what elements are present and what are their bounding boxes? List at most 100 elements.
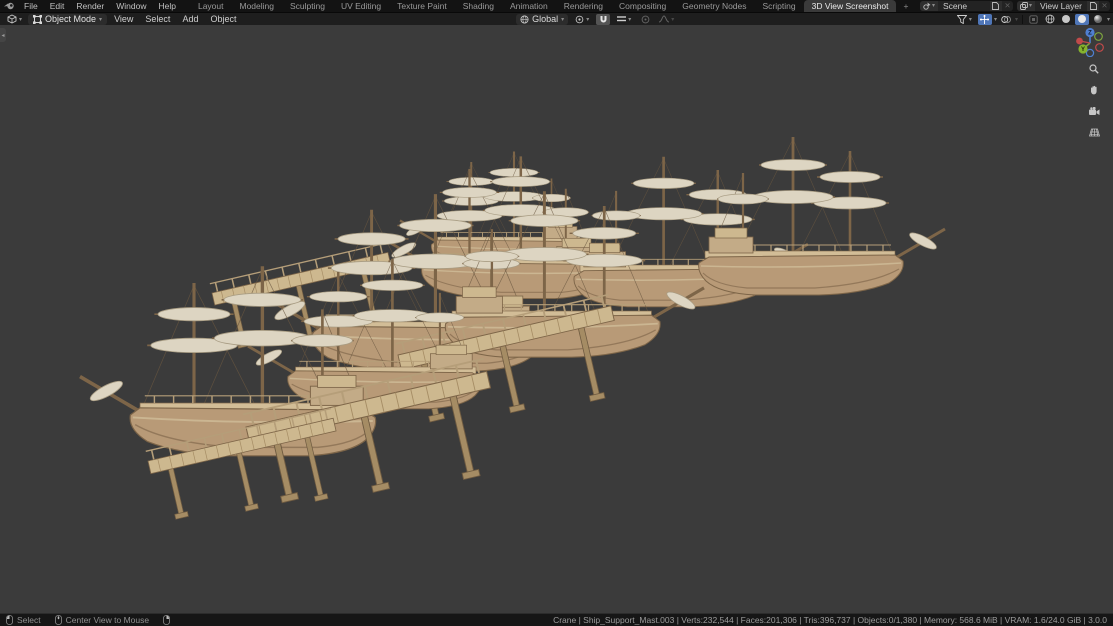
transform-orientation-dropdown[interactable]: Global ▾ bbox=[516, 14, 568, 25]
scene-statistics: Crane | Ship_Support_Mast.003 | Verts:23… bbox=[553, 615, 1107, 625]
overlays-icon bbox=[1001, 15, 1011, 24]
perspective-toggle-button[interactable] bbox=[1086, 124, 1102, 140]
menu-object[interactable]: Object bbox=[205, 14, 241, 24]
chevron-down-icon: ▾ bbox=[1029, 1, 1032, 11]
shading-material-preview-button[interactable] bbox=[1075, 14, 1089, 25]
snap-settings-dropdown[interactable]: ▾ bbox=[613, 14, 635, 25]
workspace-tab-uv-editing[interactable]: UV Editing bbox=[333, 0, 389, 12]
workspace-tab-animation[interactable]: Animation bbox=[502, 0, 556, 12]
show-overlays-toggle[interactable] bbox=[999, 14, 1013, 25]
new-scene-button[interactable] bbox=[990, 1, 1002, 11]
shading-rendered-button[interactable] bbox=[1091, 14, 1105, 25]
workspace-tab-3d-view-screenshot[interactable]: 3D View Screenshot bbox=[804, 0, 897, 12]
new-view-layer-button[interactable] bbox=[1087, 1, 1099, 11]
shading-wireframe-button[interactable] bbox=[1043, 14, 1057, 25]
chevron-down-icon: ▾ bbox=[99, 16, 102, 23]
transform-orientation-label: Global bbox=[532, 14, 558, 24]
xray-icon bbox=[1029, 15, 1038, 24]
hand-icon bbox=[1089, 85, 1099, 95]
snap-settings-icon bbox=[617, 16, 626, 23]
menu-add[interactable]: Add bbox=[177, 14, 203, 24]
perspective-grid-icon bbox=[1089, 128, 1100, 137]
workspace-tab-layout[interactable]: Layout bbox=[190, 0, 232, 12]
browse-scene-button[interactable]: ▾ bbox=[920, 1, 938, 11]
mmb-hint-label: Center View to Mouse bbox=[66, 615, 149, 625]
navigation-gizmo[interactable]: Z Y bbox=[1075, 27, 1105, 57]
falloff-curve-icon bbox=[659, 15, 669, 23]
proportional-falloff-dropdown[interactable]: ▾ bbox=[655, 14, 678, 25]
workspace-tab-rendering[interactable]: Rendering bbox=[556, 0, 611, 12]
menu-help[interactable]: Help bbox=[152, 0, 181, 12]
add-workspace-button[interactable]: + bbox=[896, 0, 915, 12]
show-gizmo-toggle[interactable] bbox=[978, 14, 992, 25]
browse-view-layer-button[interactable]: ▾ bbox=[1017, 1, 1035, 11]
workspace-tab-scripting[interactable]: Scripting bbox=[755, 0, 804, 12]
chevron-down-icon: ▾ bbox=[628, 16, 631, 23]
wireframe-sphere-icon bbox=[1045, 14, 1055, 24]
shading-solid-button[interactable] bbox=[1059, 14, 1073, 25]
menu-render[interactable]: Render bbox=[70, 0, 110, 12]
solid-sphere-icon bbox=[1061, 14, 1071, 24]
mouse-left-icon bbox=[6, 615, 13, 625]
shading-dropdown[interactable]: ▾ bbox=[1107, 16, 1110, 23]
blender-window: File Edit Render Window Help Layout Mode… bbox=[0, 0, 1113, 626]
status-bar: Select Center View to Mouse Crane | Ship… bbox=[0, 613, 1113, 626]
camera-icon bbox=[1089, 107, 1100, 116]
toggle-xray[interactable] bbox=[1027, 14, 1041, 25]
divider bbox=[1022, 15, 1023, 24]
mmb-hint: Center View to Mouse bbox=[55, 615, 149, 625]
mode-selector-label: Object Mode bbox=[45, 14, 96, 24]
chevron-down-icon: ▾ bbox=[19, 16, 22, 23]
display-options-cluster: ▾ ▾ ▾ ▾ bbox=[953, 14, 1110, 25]
gizmo-axis-x bbox=[1076, 38, 1083, 45]
proportional-editing-toggle[interactable] bbox=[638, 14, 652, 25]
snap-magnet-icon bbox=[599, 15, 608, 24]
lmb-hint-label: Select bbox=[17, 615, 41, 625]
magnifier-icon bbox=[1089, 64, 1099, 74]
workspace-tab-modeling[interactable]: Modeling bbox=[232, 0, 283, 12]
scene-viewlayer-cluster: ▾ Scene ✕ ▾ View Layer ✕ bbox=[920, 0, 1113, 12]
mode-selector[interactable]: Object Mode ▾ bbox=[28, 14, 107, 25]
chevron-down-icon: ▾ bbox=[969, 16, 972, 23]
gizmo-axis-neg-z bbox=[1086, 49, 1093, 56]
zoom-button[interactable] bbox=[1086, 61, 1102, 77]
3d-viewport[interactable]: ◂ Z Y bbox=[0, 25, 1113, 613]
gizmo-icon bbox=[980, 15, 989, 24]
view-layer-name[interactable]: View Layer bbox=[1035, 1, 1087, 11]
menu-file[interactable]: File bbox=[18, 0, 44, 12]
workspace-tab-sculpting[interactable]: Sculpting bbox=[282, 0, 333, 12]
unlink-scene-button[interactable]: ✕ bbox=[1002, 1, 1013, 11]
remove-view-layer-button[interactable]: ✕ bbox=[1099, 1, 1110, 11]
editor-type-selector[interactable]: ▾ bbox=[3, 14, 26, 25]
menu-select[interactable]: Select bbox=[140, 14, 175, 24]
workspace-tab-geometry-nodes[interactable]: Geometry Nodes bbox=[674, 0, 754, 12]
gizmo-axis-neg-y bbox=[1095, 33, 1103, 41]
snap-toggle[interactable] bbox=[596, 14, 610, 25]
workspace-tabs: Layout Modeling Sculpting UV Editing Tex… bbox=[190, 0, 915, 12]
pivot-point-dropdown[interactable]: ▾ bbox=[571, 14, 593, 25]
pan-button[interactable] bbox=[1086, 82, 1102, 98]
mouse-right-icon bbox=[163, 615, 170, 625]
topbar: File Edit Render Window Help Layout Mode… bbox=[0, 0, 1113, 12]
camera-view-button[interactable] bbox=[1086, 103, 1102, 119]
workspace-tab-texture-paint[interactable]: Texture Paint bbox=[389, 0, 455, 12]
view-layer-selector: ▾ View Layer ✕ bbox=[1017, 1, 1110, 11]
filter-funnel-icon bbox=[957, 15, 967, 24]
gizmo-dropdown[interactable]: ▾ bbox=[994, 16, 997, 23]
blender-logo-icon[interactable] bbox=[0, 0, 18, 12]
svg-text:Z: Z bbox=[1088, 31, 1092, 37]
scene-name[interactable]: Scene bbox=[938, 1, 990, 11]
menu-view[interactable]: View bbox=[109, 14, 138, 24]
menu-edit[interactable]: Edit bbox=[44, 0, 71, 12]
scene-icon bbox=[923, 2, 931, 10]
toolbar-expand-handle[interactable]: ◂ bbox=[0, 28, 6, 42]
object-visibility-dropdown[interactable]: ▾ bbox=[953, 14, 976, 25]
proportional-editing-icon bbox=[641, 15, 650, 24]
menu-window[interactable]: Window bbox=[110, 0, 152, 12]
workspace-tab-compositing[interactable]: Compositing bbox=[611, 0, 674, 12]
svg-text:Y: Y bbox=[1081, 47, 1085, 53]
workspace-tab-shading[interactable]: Shading bbox=[455, 0, 502, 12]
overlays-dropdown[interactable]: ▾ bbox=[1015, 16, 1018, 23]
object-mode-icon bbox=[33, 15, 42, 24]
viewport-header: ▾ Object Mode ▾ View Select Add Object G… bbox=[0, 12, 1113, 25]
